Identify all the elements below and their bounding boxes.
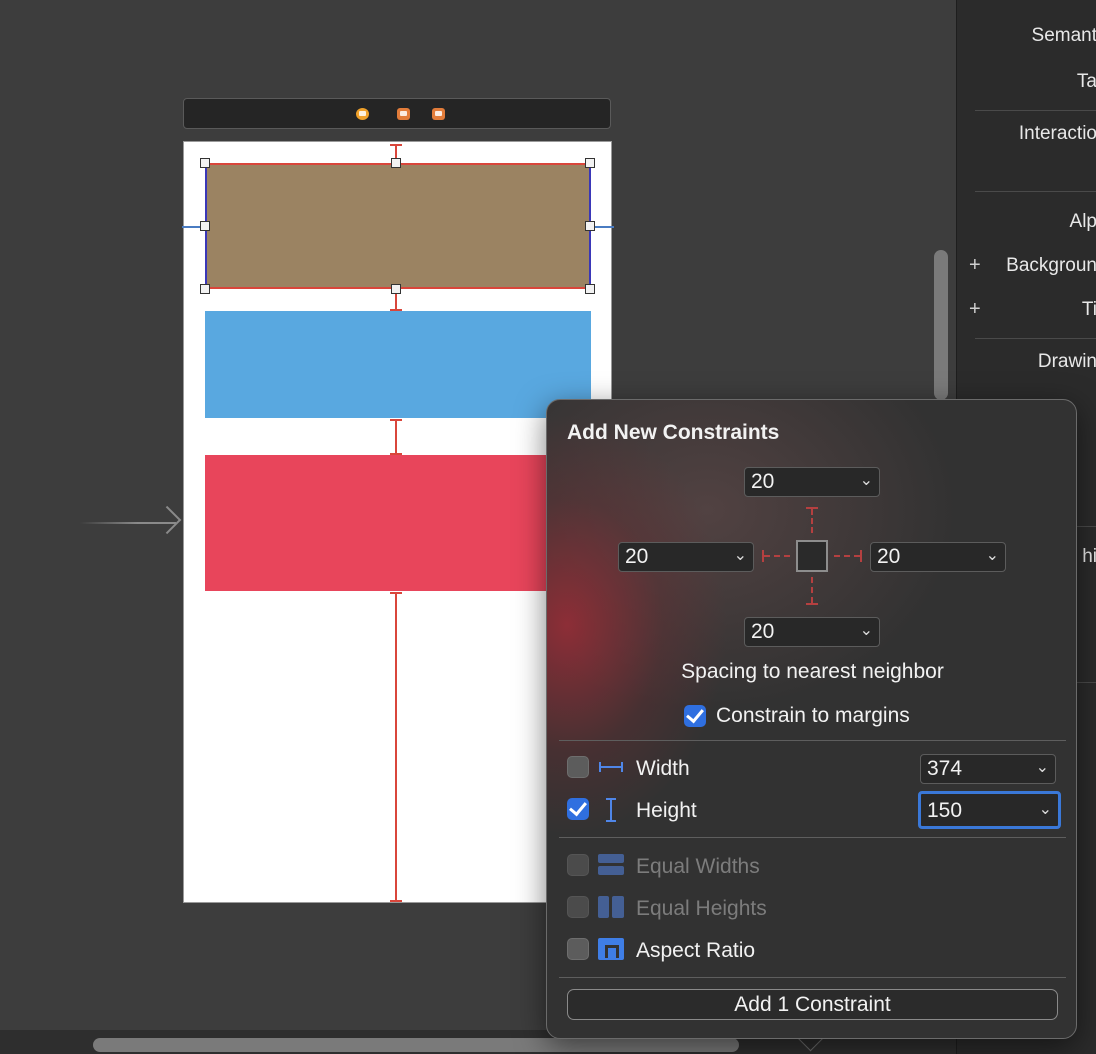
top-spacing-select[interactable]: 20 ⌄ — [744, 467, 880, 497]
leading-spacing-select[interactable]: 20 ⌄ — [618, 542, 754, 572]
width-value: 374 — [927, 757, 963, 780]
section-divider — [559, 977, 1066, 978]
section-divider — [559, 837, 1066, 838]
spacing-constraint-line — [395, 294, 397, 310]
inspector-label-alpha: Alp — [1069, 211, 1096, 232]
first-responder-icon[interactable] — [397, 108, 410, 120]
chevron-down-icon: ⌄ — [1035, 759, 1049, 776]
height-label: Height — [636, 799, 697, 822]
selected-brown-view[interactable] — [205, 163, 591, 289]
vertical-scrollbar[interactable] — [934, 250, 948, 400]
constraint-center-square — [796, 540, 828, 572]
width-constraint-icon — [598, 759, 624, 780]
inspector-label-semantic: Semant — [1031, 25, 1096, 46]
spacing-constraint-line — [395, 420, 397, 454]
entry-point-arrow-head — [153, 505, 182, 535]
trailing-spacing-value: 20 — [877, 545, 901, 568]
view-controller-icon[interactable] — [356, 108, 369, 120]
equal-widths-icon — [598, 854, 624, 881]
constrain-to-margins-label: Constrain to margins — [716, 704, 910, 727]
resize-handle[interactable] — [391, 284, 401, 294]
add-constraint-button[interactable]: Add 1 Constraint — [567, 989, 1058, 1020]
inspector-divider — [975, 110, 1096, 111]
height-value: 150 — [927, 799, 963, 822]
inspector-divider — [975, 338, 1096, 339]
height-value-select[interactable]: 150 ⌄ — [918, 791, 1061, 829]
resize-handle[interactable] — [391, 158, 401, 168]
chevron-down-icon: ⌄ — [859, 622, 873, 639]
horizontal-scrollbar[interactable] — [93, 1038, 739, 1052]
section-divider — [559, 740, 1066, 741]
resize-handle[interactable] — [200, 221, 210, 231]
add-variation-icon[interactable]: + — [969, 298, 981, 321]
top-spacing-value: 20 — [751, 470, 775, 493]
resize-handle[interactable] — [585, 158, 595, 168]
aspect-ratio-checkbox[interactable] — [567, 938, 589, 960]
inspector-label-tint: Ti — [1081, 299, 1096, 320]
width-label: Width — [636, 757, 690, 780]
equal-heights-checkbox[interactable] — [567, 896, 589, 918]
add-constraints-popover: Add New Constraints 20 ⌄ 20 ⌄ 20 ⌄ 20 ⌄ … — [546, 399, 1077, 1039]
inspector-label-drawing: Drawin — [1037, 351, 1096, 372]
bottom-constraint-line — [395, 593, 397, 901]
chevron-down-icon: ⌄ — [985, 547, 999, 564]
blue-view[interactable] — [205, 311, 591, 418]
aspect-ratio-icon — [598, 938, 624, 965]
resize-handle[interactable] — [200, 158, 210, 168]
red-view[interactable] — [205, 455, 591, 591]
bottom-constraint-toggle-cap — [806, 603, 818, 605]
bottom-constraint-cap — [390, 900, 402, 902]
bottom-spacing-select[interactable]: 20 ⌄ — [744, 617, 880, 647]
exit-icon[interactable] — [432, 108, 445, 120]
constrain-to-margins-checkbox[interactable] — [684, 705, 706, 727]
inspector-divider — [975, 191, 1096, 192]
chevron-down-icon: ⌄ — [859, 472, 873, 489]
inspector-label-interaction: Interactio — [1018, 123, 1096, 144]
equal-widths-checkbox[interactable] — [567, 854, 589, 876]
inspector-label-tag: Ta — [1076, 71, 1096, 92]
equal-heights-icon — [598, 896, 624, 923]
spacing-label: Spacing to nearest neighbor — [681, 660, 944, 683]
resize-handle[interactable] — [585, 284, 595, 294]
width-checkbox[interactable] — [567, 756, 589, 778]
trailing-constraint-toggle-cap — [860, 550, 862, 562]
height-checkbox[interactable] — [567, 798, 589, 820]
scene-dock[interactable] — [183, 98, 611, 129]
chevron-down-icon: ⌄ — [1038, 801, 1052, 818]
leading-constraint-toggle[interactable] — [764, 555, 790, 557]
trailing-spacing-select[interactable]: 20 ⌄ — [870, 542, 1006, 572]
aspect-ratio-label: Aspect Ratio — [636, 939, 756, 962]
popover-title: Add New Constraints — [567, 421, 780, 444]
trailing-constraint-toggle[interactable] — [834, 555, 860, 557]
bottom-constraint-toggle[interactable] — [811, 577, 813, 603]
leading-spacing-value: 20 — [625, 545, 649, 568]
bottom-spacing-value: 20 — [751, 620, 775, 643]
trailing-constraint-line — [592, 226, 614, 228]
resize-handle[interactable] — [200, 284, 210, 294]
resize-handle[interactable] — [585, 221, 595, 231]
top-constraint-cap — [390, 144, 402, 146]
equal-widths-label: Equal Widths — [636, 855, 760, 878]
inspector-label-partial: hi — [1082, 546, 1096, 567]
equal-heights-label: Equal Heights — [636, 897, 767, 920]
width-value-select[interactable]: 374 ⌄ — [920, 754, 1056, 784]
chevron-down-icon: ⌄ — [733, 547, 747, 564]
add-variation-icon[interactable]: + — [969, 254, 981, 277]
top-constraint-toggle[interactable] — [811, 509, 813, 533]
height-constraint-icon — [598, 797, 624, 828]
inspector-label-background: Backgroun — [1006, 255, 1096, 276]
